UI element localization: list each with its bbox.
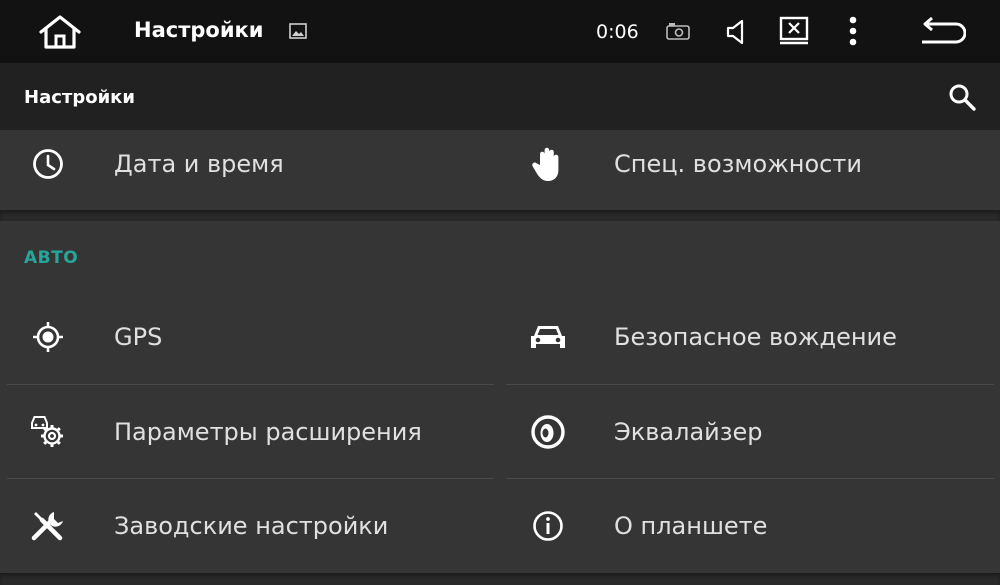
clock-icon [24, 140, 72, 188]
gps-icon [24, 313, 72, 361]
back-button[interactable] [914, 14, 968, 48]
back-icon [922, 16, 966, 44]
screen-close-icon [779, 16, 809, 45]
settings-item-label: Эквалайзер [614, 417, 763, 446]
speaker-icon [726, 19, 744, 45]
settings-item-label: Спец. возможности [614, 149, 862, 178]
tools-icon [24, 502, 72, 550]
home-button[interactable] [34, 12, 86, 52]
settings-card-auto: АВТО GPS Безопасное вождение Параметры р… [0, 221, 1000, 573]
settings-item-extension-params[interactable]: Параметры расширения [6, 385, 500, 478]
card-separator [0, 573, 1000, 585]
settings-item-date-time[interactable]: Дата и время [6, 117, 500, 210]
home-icon [39, 15, 81, 49]
settings-item-about-tablet[interactable]: О планшете [506, 479, 1000, 572]
search-button[interactable] [944, 79, 980, 115]
search-icon [949, 84, 976, 111]
settings-item-label: Параметры расширения [114, 417, 422, 446]
volume-button[interactable] [722, 17, 750, 47]
settings-item-safe-driving[interactable]: Безопасное вождение [506, 290, 1000, 383]
settings-item-label: Заводские настройки [114, 511, 389, 540]
settings-item-label: Безопасное вождение [614, 322, 897, 351]
section-header-auto: АВТО [24, 248, 79, 268]
settings-item-label: О планшете [614, 511, 768, 540]
clock: 0:06 [596, 21, 639, 43]
car-settings-icon [24, 408, 72, 456]
settings-item-factory-settings[interactable]: Заводские настройки [6, 479, 500, 572]
settings-item-equalizer[interactable]: Эквалайзер [506, 385, 1000, 478]
settings-card-system: Дата и время Спец. возможности [0, 130, 1000, 210]
more-vert-icon [849, 16, 857, 46]
card-separator [0, 210, 1000, 221]
car-icon [524, 313, 572, 361]
equalizer-icon [524, 408, 572, 456]
settings-item-label: GPS [114, 322, 163, 351]
hand-icon [524, 140, 572, 188]
statusbar-title: Настройки [134, 18, 264, 42]
close-screen-button[interactable] [778, 15, 810, 47]
camera-button[interactable] [664, 20, 692, 42]
settings-item-gps[interactable]: GPS [6, 290, 500, 383]
settings-content: Дата и время Спец. возможности АВТО GPS [0, 130, 1000, 585]
image-notification-icon [288, 22, 308, 40]
info-icon [524, 502, 572, 550]
settings-item-label: Дата и время [114, 149, 284, 178]
overflow-menu-button[interactable] [843, 14, 863, 48]
page-title: Настройки [24, 87, 136, 108]
status-bar: Настройки 0:06 [0, 0, 1000, 63]
settings-item-accessibility[interactable]: Спец. возможности [506, 117, 1000, 210]
camera-icon [666, 23, 690, 40]
